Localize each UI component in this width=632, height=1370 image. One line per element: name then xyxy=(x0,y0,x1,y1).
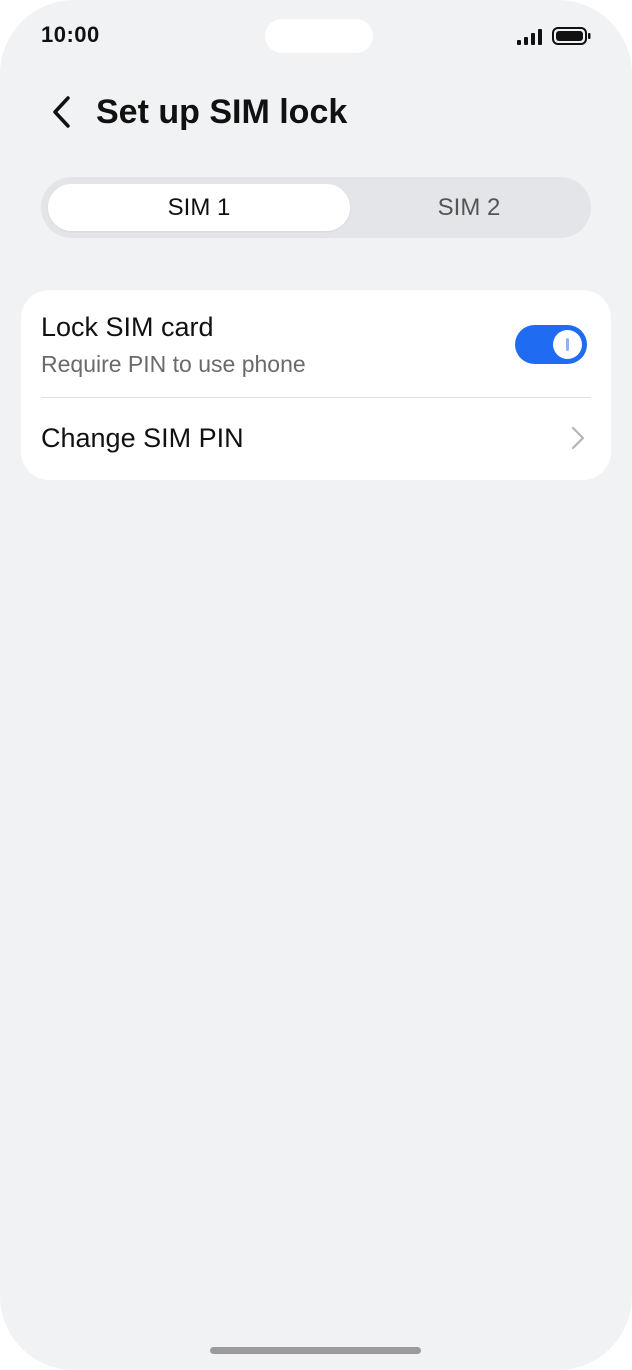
battery-icon xyxy=(552,27,591,45)
back-button[interactable] xyxy=(40,90,84,134)
phone-screen: 10:00 Set up SIM lock SIM 1 SIM 2 Lock S… xyxy=(0,0,632,1370)
camera-pill xyxy=(265,19,373,53)
sim-selector: SIM 1 SIM 2 xyxy=(41,177,591,238)
lock-sim-row: Lock SIM card Require PIN to use phone xyxy=(21,290,611,398)
change-sim-pin-label: Change SIM PIN xyxy=(41,423,244,453)
lock-sim-title: Lock SIM card xyxy=(41,312,214,342)
tab-sim-1[interactable]: SIM 1 xyxy=(48,184,350,231)
lock-sim-subtitle: Require PIN to use phone xyxy=(41,351,306,377)
settings-card: Lock SIM card Require PIN to use phone C… xyxy=(21,290,611,480)
change-sim-pin-row[interactable]: Change SIM PIN xyxy=(21,398,611,480)
home-indicator[interactable] xyxy=(210,1347,421,1354)
tab-sim-2[interactable]: SIM 2 xyxy=(354,184,584,231)
chevron-right-icon xyxy=(571,426,585,450)
lock-sim-toggle[interactable] xyxy=(515,325,587,364)
toggle-knob xyxy=(553,330,582,359)
status-time: 10:00 xyxy=(41,22,100,47)
cellular-signal-icon xyxy=(517,29,542,45)
chevron-left-icon xyxy=(53,96,70,128)
page-title: Set up SIM lock xyxy=(96,93,348,131)
